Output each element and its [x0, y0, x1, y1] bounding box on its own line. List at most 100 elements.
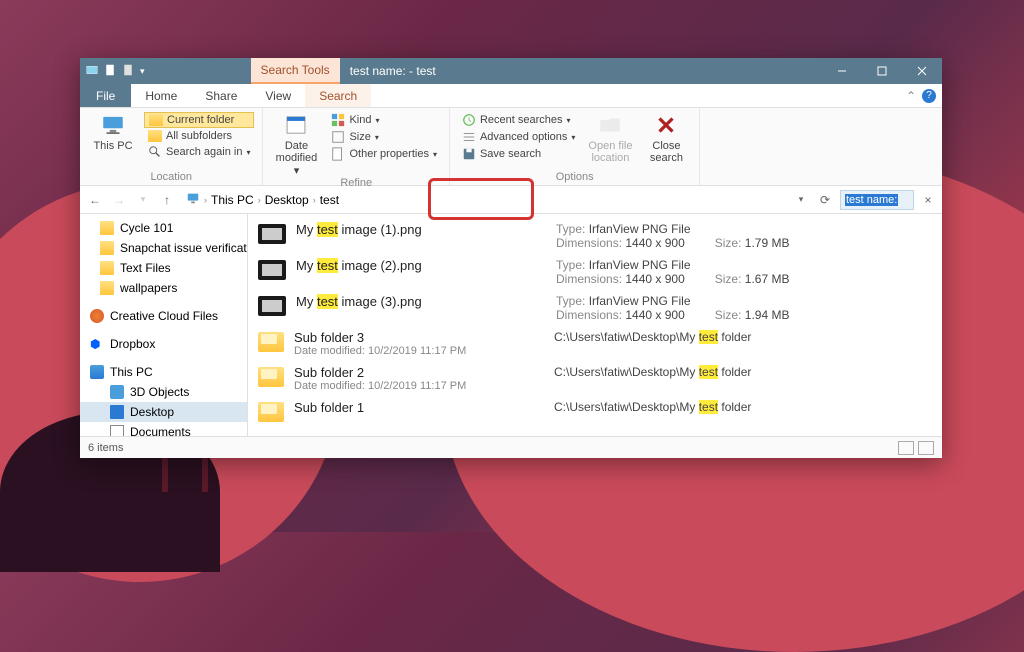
location-group-label: Location [88, 171, 254, 185]
help-button[interactable]: ? [922, 89, 936, 103]
this-pc-button[interactable]: This PC [88, 112, 138, 152]
advanced-options-label: Advanced options [480, 131, 567, 143]
save-icon [462, 147, 476, 161]
search-result-file[interactable]: My test image (1).pngType: IrfanView PNG… [248, 218, 942, 254]
item-count: 6 items [88, 442, 123, 454]
ribbon-group-refine: Date modified ▾ Kind ▾ Size ▾ Other prop… [263, 108, 450, 185]
search-result-file[interactable]: My test image (2).png Type: IrfanView PNG… [248, 254, 942, 290]
back-button[interactable]: ← [86, 191, 104, 209]
all-subfolders-button[interactable]: All subfolders [144, 129, 254, 143]
sidebar-item-3d-objects[interactable]: 3D Objects [80, 382, 247, 402]
close-button[interactable] [902, 58, 942, 84]
breadcrumb-thispc[interactable]: This PC [211, 193, 254, 207]
status-bar: 6 items [80, 436, 942, 458]
size-icon [331, 130, 345, 144]
search-tools-contextual-tab: Search Tools [251, 58, 340, 84]
refresh-button[interactable]: ⟳ [816, 191, 834, 209]
folder-name: Sub folder 2 [294, 365, 544, 380]
maximize-button[interactable] [862, 58, 902, 84]
forward-button[interactable]: → [110, 191, 128, 209]
folder-icon [100, 261, 114, 275]
open-file-location-button[interactable]: Open file location [585, 112, 635, 164]
collapse-ribbon-button[interactable]: ⌃ [906, 89, 916, 103]
search-again-in-button[interactable]: Search again in ▾ [144, 144, 254, 160]
dropdown-button[interactable]: ▾ [792, 191, 810, 209]
recent-searches-button[interactable]: Recent searches ▾ [458, 112, 579, 128]
creative-cloud-icon [90, 309, 104, 323]
file-meta: Type: IrfanView PNG FileDimensions: 1440… [556, 258, 932, 286]
file-name: My test image (2).png [296, 258, 546, 273]
kind-icon [331, 113, 345, 127]
size-button[interactable]: Size ▾ [327, 129, 441, 145]
search-result-folder[interactable]: Sub folder 2Date modified: 10/2/2019 11:… [248, 361, 942, 396]
save-search-button[interactable]: Save search [458, 146, 579, 162]
breadcrumb-test[interactable]: test [320, 193, 339, 207]
sidebar-label: Dropbox [110, 337, 155, 351]
tab-search[interactable]: Search [305, 84, 371, 107]
minimize-button[interactable] [822, 58, 862, 84]
sidebar-item-dropbox[interactable]: ⬢ Dropbox [80, 334, 247, 354]
clear-search-button[interactable]: × [920, 193, 936, 207]
recent-locations-button[interactable]: ▾ [134, 191, 152, 209]
tab-home[interactable]: Home [131, 84, 191, 107]
date-modified: Date modified: 10/2/2019 11:17 PM [294, 345, 544, 357]
sidebar-label: wallpapers [120, 281, 177, 295]
sidebar-item-thispc[interactable]: This PC [80, 362, 247, 382]
sidebar-item-creative-cloud[interactable]: Creative Cloud Files [80, 306, 247, 326]
sidebar-label: Text Files [120, 261, 171, 275]
date-modified-button[interactable]: Date modified ▾ [271, 112, 321, 177]
sidebar-label: Documents [130, 425, 191, 436]
tab-view[interactable]: View [251, 84, 305, 107]
sidebar-label: This PC [110, 365, 153, 379]
sidebar-item-desktop[interactable]: Desktop [80, 402, 247, 422]
details-view-button[interactable] [898, 441, 914, 455]
folder-icon [258, 367, 284, 387]
window-title: test name: - test [340, 58, 436, 84]
folder-icon [100, 241, 114, 255]
file-name: My test image (3).png [296, 294, 546, 309]
folder-icon [258, 332, 284, 352]
kind-button[interactable]: Kind ▾ [327, 112, 441, 128]
sidebar-label: Creative Cloud Files [110, 309, 218, 323]
explorer-icon [86, 64, 98, 79]
file-name: My test image (1).png [296, 222, 546, 237]
sidebar-item-text-files[interactable]: Text Files [80, 258, 247, 278]
current-folder-button[interactable]: Current folder [144, 112, 254, 128]
navigation-pane[interactable]: Cycle 101 Snapchat issue verificati Text… [80, 214, 248, 436]
refine-group-label: Refine [271, 177, 441, 191]
chevron-down-icon[interactable]: ▾ [140, 66, 145, 77]
date-modified: Date modified: 10/2/2019 11:17 PM [294, 380, 544, 392]
large-icons-view-button[interactable] [918, 441, 934, 455]
search-result-folder[interactable]: Sub folder 1C:\Users\fatiw\Desktop\My te… [248, 396, 942, 426]
sidebar-item-wallpapers[interactable]: wallpapers [80, 278, 247, 298]
up-button[interactable]: ↑ [158, 191, 176, 209]
open-file-location-label: Open file location [585, 140, 635, 164]
desktop-icon [110, 405, 124, 419]
breadcrumb[interactable]: › This PC › Desktop › test [182, 191, 786, 208]
thispc-icon [186, 191, 200, 208]
titlebar: ▾ Search Tools test name: - test [80, 58, 942, 84]
chevron-down-icon: ▾ [246, 148, 250, 157]
explorer-window: ▾ Search Tools test name: - test File Ho… [80, 58, 942, 458]
sidebar-item-documents[interactable]: Documents [80, 422, 247, 436]
search-result-file[interactable]: My test image (3).pngType: IrfanView PNG… [248, 290, 942, 326]
close-search-button[interactable]: Close search [641, 112, 691, 164]
other-properties-button[interactable]: Other properties ▾ [327, 146, 441, 162]
file-icon [104, 64, 116, 79]
close-search-label: Close search [641, 140, 691, 164]
current-folder-label: Current folder [167, 114, 234, 126]
breadcrumb-sep: › [313, 195, 316, 205]
sidebar-label: 3D Objects [130, 385, 189, 399]
advanced-options-button[interactable]: Advanced options ▾ [458, 129, 579, 145]
3d-objects-icon [110, 385, 124, 399]
dropbox-icon: ⬢ [90, 337, 104, 351]
tab-file[interactable]: File [80, 84, 131, 107]
search-results[interactable]: My test image (1).png Type: IrfanView PNG… [248, 214, 942, 436]
sidebar-item-cycle101[interactable]: Cycle 101 [80, 218, 247, 238]
breadcrumb-sep: › [258, 195, 261, 205]
sidebar-item-snapchat[interactable]: Snapchat issue verificati [80, 238, 247, 258]
tab-share[interactable]: Share [191, 84, 251, 107]
breadcrumb-desktop[interactable]: Desktop [265, 193, 309, 207]
search-result-folder[interactable]: Sub folder 3Date modified: 10/2/2019 11:… [248, 326, 942, 361]
search-box[interactable]: test name: [840, 190, 914, 210]
